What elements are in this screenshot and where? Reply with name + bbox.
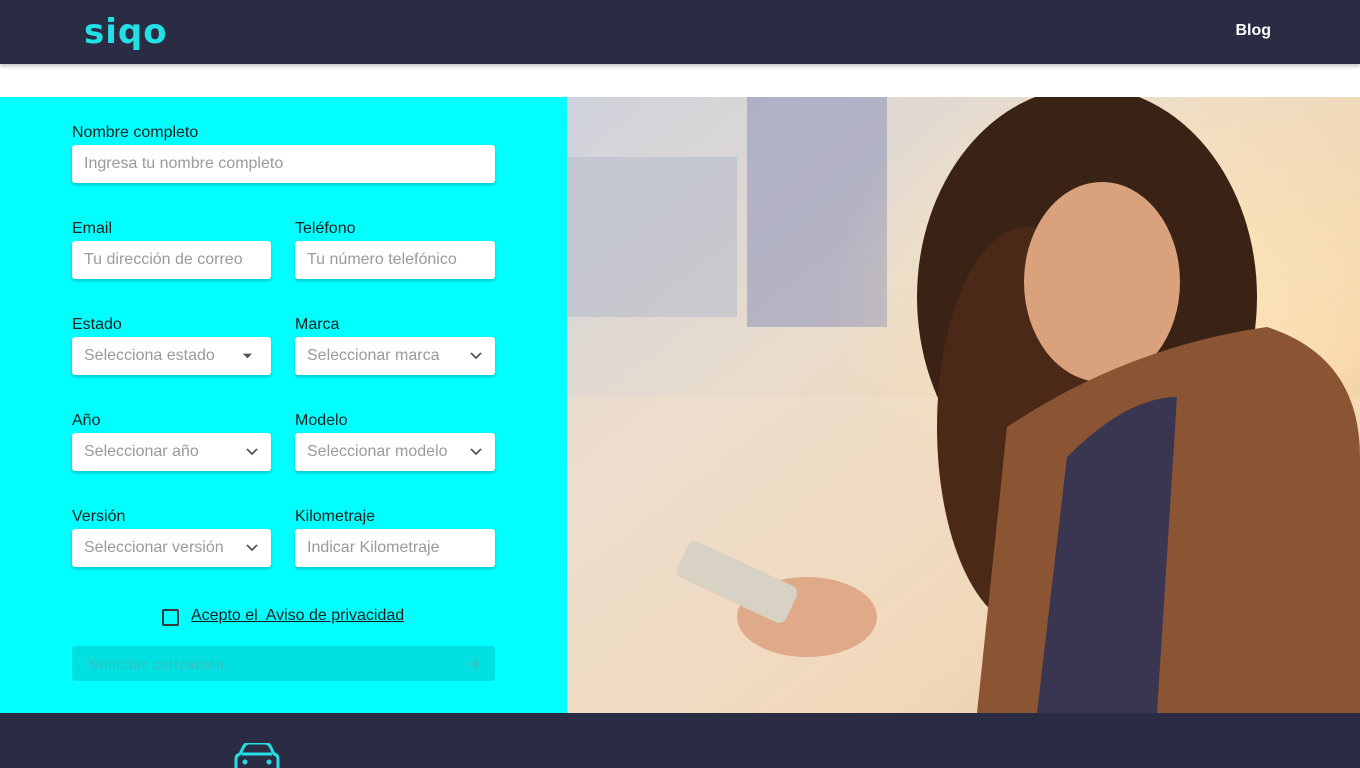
anio-selected-value: Seleccionar año [84, 443, 199, 460]
quote-form: Nombre completo Email Teléfono Estado Se… [0, 97, 567, 713]
request-quote-button[interactable]: Solicitar cotización [72, 646, 495, 681]
anio-select[interactable]: Seleccionar año [72, 433, 271, 471]
nombre-input[interactable] [84, 145, 495, 183]
hero-photo-illustration [567, 97, 1360, 713]
email-input[interactable] [84, 241, 271, 279]
hero-section: Nombre completo Email Teléfono Estado Se… [0, 97, 1360, 713]
telefono-label: Teléfono [295, 220, 356, 237]
marca-label: Marca [295, 316, 340, 333]
modelo-select[interactable]: Seleccionar modelo [295, 433, 495, 471]
kilometraje-label: Kilometraje [295, 508, 376, 525]
version-selected-value: Seleccionar versión [84, 539, 224, 556]
logo-text: siqo [84, 12, 168, 52]
nombre-field[interactable] [72, 145, 495, 183]
kilometraje-field[interactable] [295, 529, 495, 567]
nombre-label: Nombre completo [72, 124, 199, 141]
email-field[interactable] [72, 241, 271, 279]
marca-selected-value: Seleccionar marca [307, 347, 440, 364]
telefono-field[interactable] [295, 241, 495, 279]
email-label: Email [72, 220, 113, 237]
caret-down-icon [242, 353, 253, 359]
woman-looking-at-phone-photo [567, 97, 1360, 713]
version-select[interactable]: Seleccionar versión [72, 529, 271, 567]
modelo-selected-value: Seleccionar modelo [307, 443, 448, 460]
privacy-checkbox[interactable] [162, 609, 179, 626]
top-navbar: siqo Blog [0, 0, 1360, 64]
privacy-consent: Acepto el Aviso de privacidad [162, 606, 404, 626]
privacy-notice-link[interactable]: Acepto el Aviso de privacidad [191, 607, 404, 625]
estado-label: Estado [72, 316, 122, 333]
telefono-input[interactable] [307, 241, 495, 279]
footer [0, 713, 1360, 768]
estado-selected-value: Selecciona estado [84, 347, 215, 364]
siqo-logo[interactable]: siqo [84, 4, 174, 60]
estado-select[interactable]: Selecciona estado [72, 337, 271, 375]
kilometraje-input[interactable] [307, 529, 495, 567]
chevron-down-icon [246, 448, 258, 456]
chevron-down-icon [246, 544, 258, 552]
anio-label: Año [72, 412, 101, 429]
nav-link-blog[interactable]: Blog [1235, 22, 1271, 40]
marca-select[interactable]: Seleccionar marca [295, 337, 495, 375]
chevron-down-icon [470, 352, 482, 360]
arrow-right-icon [468, 658, 481, 670]
car-icon [234, 743, 280, 768]
chevron-down-icon [470, 448, 482, 456]
version-label: Versión [72, 508, 126, 525]
modelo-label: Modelo [295, 412, 348, 429]
request-quote-label: Solicitar cotización [89, 655, 225, 672]
